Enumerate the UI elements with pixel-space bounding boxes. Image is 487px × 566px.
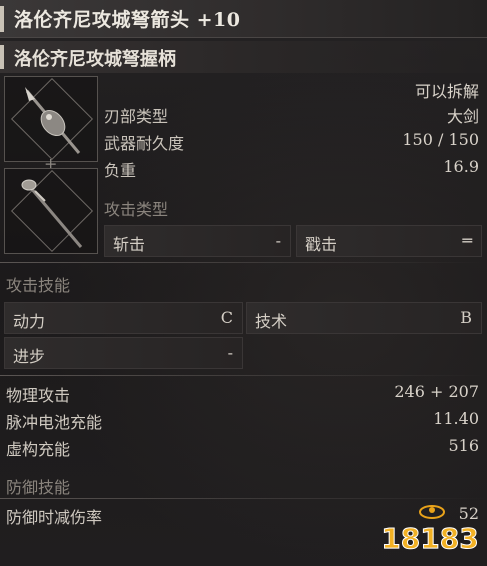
attack-type-header: 攻击类型 bbox=[104, 200, 169, 219]
fable-charge-label: 虚构充能 bbox=[6, 440, 71, 459]
handle-image-frame bbox=[4, 168, 98, 254]
thrust-value: ═ bbox=[462, 231, 472, 250]
thrust-label: 戳击 bbox=[305, 235, 338, 254]
durability-label: 武器耐久度 bbox=[104, 134, 185, 153]
defense-skill-header: 防御技能 bbox=[6, 478, 71, 497]
title-accent-bar bbox=[0, 6, 4, 32]
weight-label: 负重 bbox=[104, 161, 137, 180]
pulse-cell-charge-label: 脉冲电池充能 bbox=[6, 413, 103, 432]
dismantle-note: 可以拆解 bbox=[414, 82, 479, 101]
motivity-label: 动力 bbox=[13, 312, 46, 331]
technique-grade: B bbox=[460, 308, 472, 327]
item-title: 洛伦齐尼攻城弩箭头 +10 bbox=[14, 9, 241, 31]
crossbow-bolt-head-icon bbox=[25, 87, 81, 154]
slash-label: 斩击 bbox=[113, 235, 146, 254]
durability-value: 150 / 150 bbox=[402, 130, 479, 149]
divider bbox=[0, 262, 487, 263]
divider bbox=[0, 375, 487, 376]
blade-image-frame bbox=[4, 76, 98, 162]
technique-label: 技术 bbox=[255, 312, 288, 331]
slash-value: - bbox=[275, 231, 281, 250]
motivity-cell: 动力 C bbox=[4, 302, 243, 334]
site-watermark-logo: 18183 bbox=[381, 505, 479, 556]
crossbow-handle-icon bbox=[21, 179, 83, 248]
item-subtitle: 洛伦齐尼攻城弩握柄 bbox=[14, 49, 176, 70]
thrust-attack-cell: 戳击 ═ bbox=[296, 225, 482, 257]
physical-attack-value: 246 + 207 bbox=[394, 382, 479, 401]
blade-type-value: 大剑 bbox=[446, 107, 479, 126]
technique-cell: 技术 B bbox=[246, 302, 482, 334]
slash-attack-cell: 斩击 - bbox=[104, 225, 291, 257]
motivity-grade: C bbox=[220, 308, 233, 327]
blade-type-label: 刃部类型 bbox=[104, 107, 169, 126]
weight-value: 16.9 bbox=[443, 157, 479, 176]
watermark-text: 18183 bbox=[381, 522, 478, 555]
weapon-image-panel: + bbox=[4, 76, 98, 254]
attack-skill-header: 攻击技能 bbox=[6, 276, 71, 295]
advance-grade: - bbox=[227, 343, 233, 362]
subtitle-accent-bar bbox=[0, 45, 4, 69]
advance-cell: 进步 - bbox=[4, 337, 243, 369]
pulse-cell-charge-value: 11.40 bbox=[433, 409, 479, 428]
guard-damage-reduction-label: 防御时减伤率 bbox=[6, 508, 103, 527]
fable-charge-value: 516 bbox=[448, 436, 479, 455]
item-detail-panel: 洛伦齐尼攻城弩箭头 +10 洛伦齐尼攻城弩握柄 + 可以拆解 刃部类型 大剑 武… bbox=[0, 0, 487, 566]
physical-attack-label: 物理攻击 bbox=[6, 386, 71, 405]
advance-label: 进步 bbox=[13, 347, 46, 366]
